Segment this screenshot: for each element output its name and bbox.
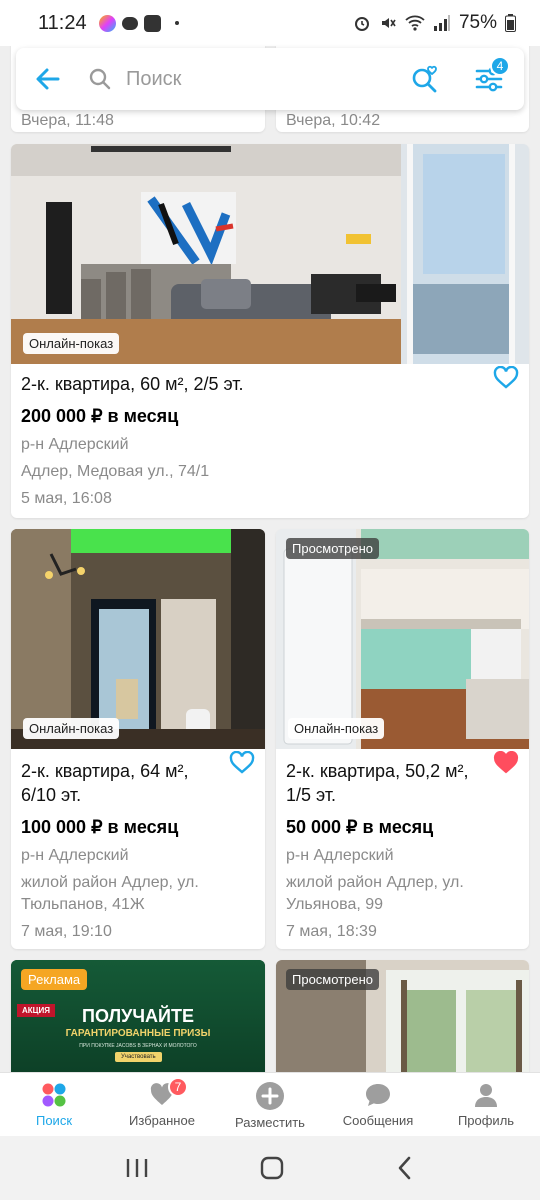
ad-headline: ПОЛУЧАЙТЕ (82, 1006, 194, 1026)
listing-photo[interactable]: Просмотрено (276, 960, 529, 1072)
listing-price: 200 000 ₽ в месяц (21, 406, 179, 426)
battery-percent: 75% (458, 12, 497, 33)
back-arrow-icon[interactable] (34, 65, 62, 93)
listing-title: 2-к. квартира, 50,2 м², 1/5 эт. (286, 761, 469, 805)
favorite-heart-icon[interactable] (493, 366, 519, 390)
saved-search-icon[interactable] (410, 64, 440, 94)
listing-district: р-н Адлерский (286, 847, 394, 864)
search-icon (89, 68, 111, 90)
filters-count-badge: 4 (490, 56, 510, 76)
system-navigation-bar (0, 1136, 540, 1200)
ad-banner[interactable]: Реклама АКЦИЯ ПОЛУЧАЙТЕ ГАРАНТИРОВАННЫЕ … (11, 960, 265, 1072)
recent-apps-icon[interactable] (124, 1157, 150, 1179)
ad-fineprint: ПРИ ПОКУПКЕ JACOBS В ЗЕРНАХ И МОЛОТОГО (79, 1043, 197, 1049)
ad-cta-button[interactable]: Участвовать (115, 1052, 162, 1062)
listing-date: 5 мая, 16:08 (21, 490, 112, 507)
status-bar: 11:24 75% (0, 0, 540, 46)
bottom-navigation: Поиск 7 Избранное Разместить Сообщения П… (0, 1072, 540, 1136)
ad-card[interactable]: Реклама АКЦИЯ ПОЛУЧАЙТЕ ГАРАНТИРОВАННЫЕ … (11, 960, 265, 1072)
nav-label: Сообщения (342, 1113, 414, 1128)
viewed-badge: Просмотрено (286, 969, 380, 990)
listing-photo[interactable]: Онлайн-показ (11, 529, 265, 749)
nav-item-post[interactable]: Разместить (216, 1073, 324, 1136)
more-notifications-icon (174, 21, 179, 25)
ad-label-badge: Реклама (21, 969, 88, 990)
listing-date: Вчера, 11:48 (21, 112, 114, 129)
online-showing-badge: Онлайн-показ (23, 718, 120, 739)
viewed-badge: Просмотрено (286, 538, 380, 559)
listing-photo[interactable]: Просмотрено Онлайн-показ (276, 529, 529, 749)
listing-photo[interactable]: Онлайн-показ (11, 144, 529, 364)
nav-label: Поиск (35, 1113, 73, 1128)
back-icon[interactable] (394, 1155, 416, 1181)
listings-feed[interactable]: Вчера, 11:48 Вчера, 10:42 Онлайн-показ 2… (0, 46, 540, 1072)
search-input[interactable]: Поиск (126, 68, 181, 91)
search-bar: Поиск 4 (16, 48, 524, 110)
listing-info: 2-к. квартира, 64 м², 6/10 эт. 100 000 ₽… (11, 749, 265, 943)
nav-label: Избранное (129, 1113, 195, 1128)
listing-district: р-н Адлерский (21, 847, 129, 864)
listing-date: 7 мая, 18:39 (286, 923, 377, 940)
nav-item-favorites[interactable]: 7 Избранное (108, 1073, 216, 1136)
ad-subheadline: ГАРАНТИРОВАННЫЕ ПРИЗЫ (65, 1028, 211, 1039)
notification-icons (98, 14, 179, 32)
nav-item-profile[interactable]: Профиль (432, 1073, 540, 1136)
listing-address: жилой район Адлер, ул. Ульянова, 99 (286, 874, 464, 913)
mute-icon (381, 18, 396, 28)
listing-title: 2-к. квартира, 64 м², 6/10 эт. (21, 761, 189, 805)
chat-icon (366, 1084, 390, 1106)
nav-label: Разместить (235, 1115, 305, 1130)
online-showing-badge: Онлайн-показ (23, 333, 120, 354)
favorite-heart-icon[interactable] (229, 751, 255, 775)
nav-item-search[interactable]: Поиск (0, 1073, 108, 1136)
listing-price: 50 000 ₽ в месяц (286, 817, 434, 837)
person-icon (475, 1084, 497, 1107)
listing-info: 2-к. квартира, 60 м², 2/5 эт. 200 000 ₽ … (11, 364, 529, 510)
app-notification-icon (98, 14, 116, 32)
nav-item-messages[interactable]: Сообщения (324, 1073, 432, 1136)
listing-date: 7 мая, 19:10 (21, 923, 112, 940)
listing-card[interactable]: Онлайн-показ 2-к. квартира, 64 м², 6/10 … (11, 529, 265, 949)
store-notification-icon (143, 14, 161, 32)
listing-title: 2-к. квартира, 60 м², 2/5 эт. (21, 374, 244, 394)
listing-card[interactable]: Онлайн-показ 2-к. квартира, 60 м², 2/5 э… (11, 144, 529, 518)
home-icon[interactable] (259, 1155, 285, 1181)
listing-info: 2-к. квартира, 50,2 м², 1/5 эт. 50 000 ₽… (276, 749, 529, 943)
nav-label: Профиль (457, 1113, 515, 1128)
system-status-icons: 75% (353, 12, 516, 34)
signal-icon (433, 15, 450, 31)
listing-price: 100 000 ₽ в месяц (21, 817, 179, 837)
listing-date: Вчера, 10:42 (286, 112, 381, 129)
apartment-photo (11, 144, 529, 364)
apartment-photo (276, 529, 529, 749)
status-time: 11:24 (38, 11, 87, 34)
search-dots-icon (42, 1083, 66, 1107)
online-showing-badge: Онлайн-показ (288, 718, 385, 739)
chat-notification-icon (121, 16, 138, 30)
filters-button[interactable]: 4 (466, 48, 518, 110)
alarm-icon (354, 17, 369, 31)
apartment-photo (11, 529, 265, 749)
plus-icon (256, 1082, 284, 1110)
listing-card[interactable]: Просмотрено (276, 960, 529, 1072)
listing-district: р-н Адлерский (21, 436, 129, 453)
favorites-count-badge: 7 (168, 1077, 188, 1097)
listing-address: Адлер, Медовая ул., 74/1 (21, 463, 210, 480)
battery-icon (505, 14, 516, 32)
favorite-heart-filled-icon[interactable] (493, 751, 519, 775)
wifi-icon (405, 15, 425, 31)
listing-card[interactable]: Просмотрено Онлайн-показ 2-к. квартира, … (276, 529, 529, 949)
listing-address: жилой район Адлер, ул. Тюльпанов, 41Ж (21, 874, 199, 913)
